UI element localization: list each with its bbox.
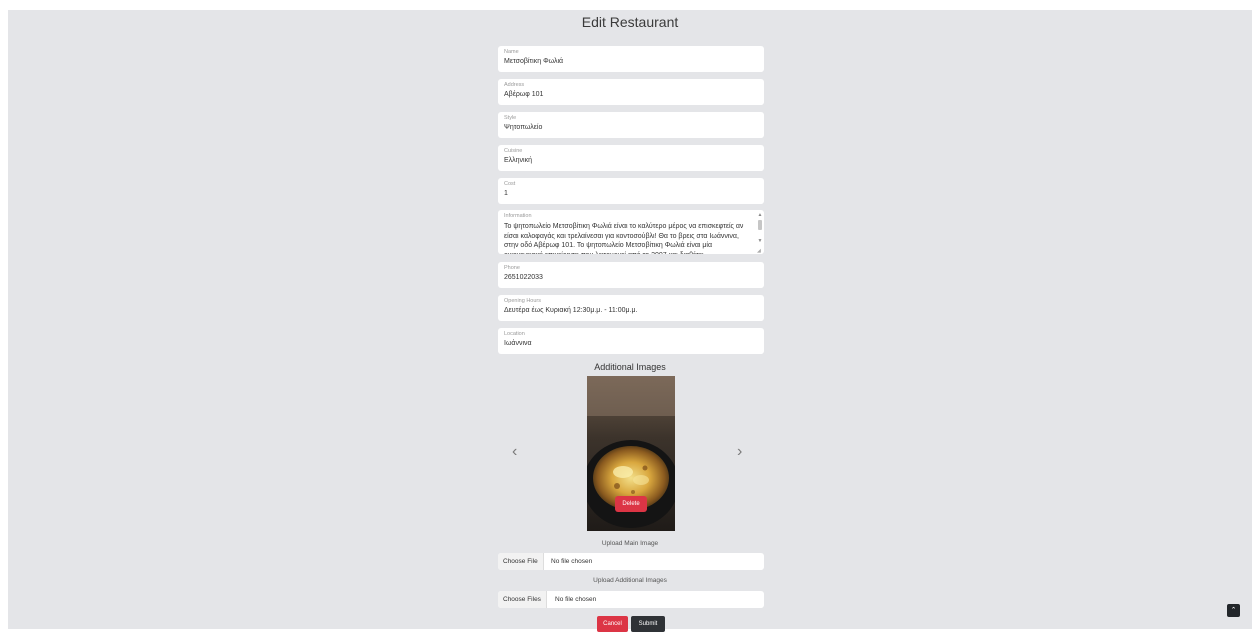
submit-button[interactable]: Submit xyxy=(631,616,665,632)
choose-file-button[interactable]: Choose File xyxy=(498,553,544,570)
chevron-left-icon[interactable]: ‹ xyxy=(512,442,517,462)
information-field[interactable]: Information Το ψητοπωλείο Μετσοβίτικη Φω… xyxy=(498,210,764,254)
address-field[interactable]: Address Αβέρωφ 101 xyxy=(498,79,764,105)
name-value[interactable]: Μετσοβίτικη Φωλιά xyxy=(504,58,563,65)
style-value[interactable]: Ψητοπωλείο xyxy=(504,124,542,131)
opening-hours-field[interactable]: Opening Hours Δευτέρα έως Κυριακή 12:30μ… xyxy=(498,295,764,321)
page-title: Edit Restaurant xyxy=(581,14,679,30)
location-value[interactable]: Ιωάννινα xyxy=(504,340,532,347)
chevron-up-icon: ⌃ xyxy=(1230,607,1237,614)
opening-hours-value[interactable]: Δευτέρα έως Κυριακή 12:30μ.μ. - 11:00μ.μ… xyxy=(504,307,637,314)
main-image-file-input[interactable]: Choose File No file chosen xyxy=(498,553,764,570)
information-label: Information xyxy=(504,213,532,219)
scroll-up-icon[interactable]: ▲ xyxy=(757,212,763,218)
location-label: Location xyxy=(504,331,525,337)
phone-value[interactable]: 2651022033 xyxy=(504,274,543,281)
main-image-file-status: No file chosen xyxy=(551,558,593,565)
additional-images-title: Additional Images xyxy=(594,362,666,372)
additional-images-file-status: No file chosen xyxy=(555,596,597,603)
name-label: Name xyxy=(504,49,519,55)
chevron-right-icon[interactable]: › xyxy=(737,442,742,462)
phone-label: Phone xyxy=(504,265,520,271)
style-label: Style xyxy=(504,115,517,121)
location-field[interactable]: Location Ιωάννινα xyxy=(498,328,764,354)
cancel-button[interactable]: Cancel xyxy=(597,616,628,632)
opening-hours-label: Opening Hours xyxy=(504,298,541,304)
resize-grip-icon[interactable]: ◢ xyxy=(757,248,761,254)
cuisine-value[interactable]: Ελληνική xyxy=(504,157,532,164)
information-scrollbar[interactable]: ▲ ▼ ◢ xyxy=(757,212,763,254)
delete-image-button[interactable]: Delete xyxy=(615,496,647,512)
information-textarea[interactable]: Το ψητοπωλείο Μετσοβίτικη Φωλιά είναι το… xyxy=(504,222,750,254)
choose-files-button[interactable]: Choose Files xyxy=(498,591,547,608)
upload-main-image-label: Upload Main Image xyxy=(601,540,659,547)
name-field[interactable]: Name Μετσοβίτικη Φωλιά xyxy=(498,46,764,72)
phone-field[interactable]: Phone 2651022033 xyxy=(498,262,764,288)
scroll-thumb[interactable] xyxy=(758,220,762,230)
cost-value[interactable]: 1 xyxy=(504,190,508,197)
cost-field[interactable]: Cost 1 xyxy=(498,178,764,204)
cuisine-label: Cuisine xyxy=(504,148,523,154)
page-background: Edit Restaurant Name Μετσοβίτικη Φωλιά A… xyxy=(8,10,1252,632)
style-field[interactable]: Style Ψητοπωλείο xyxy=(498,112,764,138)
cost-label: Cost xyxy=(504,181,516,187)
scroll-to-top-button[interactable]: ⌃ xyxy=(1227,604,1240,617)
upload-additional-images-label: Upload Additional Images xyxy=(593,577,667,584)
address-value[interactable]: Αβέρωφ 101 xyxy=(504,91,543,98)
address-label: Address xyxy=(504,82,525,88)
scroll-down-icon[interactable]: ▼ xyxy=(757,238,763,244)
additional-images-file-input[interactable]: Choose Files No file chosen xyxy=(498,591,764,608)
cuisine-field[interactable]: Cuisine Ελληνική xyxy=(498,145,764,171)
